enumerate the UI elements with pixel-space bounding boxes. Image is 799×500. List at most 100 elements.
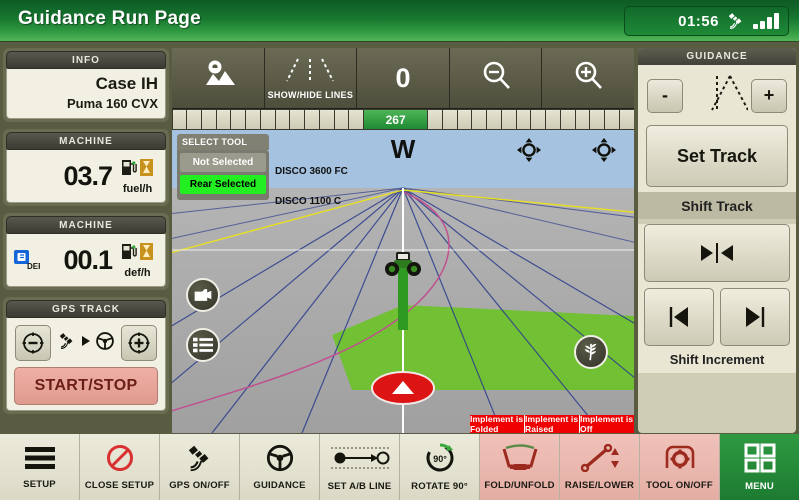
lightbar-segment	[516, 110, 531, 129]
guidance-run-screen: Guidance Run Page 01:56 INFO Case IH Pum…	[0, 0, 799, 500]
machine-def-body: DEF 00.1	[6, 234, 166, 287]
satellite-icon	[726, 12, 746, 30]
line-counter-value: 0	[395, 62, 411, 93]
rotate-90-icon: 90°	[425, 443, 455, 478]
tractor-icon	[385, 248, 421, 287]
fuel-unit-label: fuel/h	[122, 182, 153, 195]
lightbar-heading: 267	[364, 110, 428, 129]
bottom-button-tool-onoff[interactable]: TOOL ON/OFF	[640, 434, 720, 500]
lightbar-segment	[216, 110, 231, 129]
fuel-pump-icon	[121, 242, 137, 266]
hourglass-icon	[139, 158, 154, 182]
bottom-label-rotate-90: ROTATE 90°	[411, 480, 468, 492]
def-rate-value: 00.1	[63, 244, 113, 275]
lightbar-segment	[231, 110, 246, 129]
set-track-button[interactable]: Set Track	[646, 125, 788, 187]
bottom-button-guidance[interactable]: GUIDANCE	[240, 434, 320, 500]
def-unit-label: def/h	[124, 266, 151, 279]
crop-button[interactable]	[574, 335, 608, 369]
track-plus-button[interactable]: +	[751, 78, 787, 113]
bottom-button-rotate-90[interactable]: 90° ROTATE 90°	[400, 434, 480, 500]
bottom-label-close-setup: CLOSE SETUP	[84, 479, 155, 491]
zoom-in-button[interactable]	[542, 48, 634, 108]
tool-name-lower: DISCO 1100 C	[275, 196, 342, 207]
ab-line-icon	[329, 443, 391, 478]
gps-track-body: START/STOP	[6, 318, 166, 411]
bottom-label-raise-lower: RAISE/LOWER	[564, 479, 635, 491]
clock: 01:56	[678, 12, 719, 30]
gps-track-header: GPS TRACK	[6, 300, 166, 318]
line-counter[interactable]: 0	[357, 48, 450, 108]
bottom-button-menu[interactable]: MENU	[720, 434, 799, 500]
bottom-button-fold-unfold[interactable]: FOLD/UNFOLD	[480, 434, 560, 500]
status-banner-off: Implement is Off	[580, 414, 634, 433]
bottom-button-close-setup[interactable]: CLOSE SETUP	[80, 434, 160, 500]
shift-right-button[interactable]	[720, 288, 790, 346]
field-view[interactable]: W SELECT TOOL Not Selected Rear Selected…	[172, 130, 634, 433]
bottom-label-setup: SETUP	[23, 478, 56, 490]
bottom-toolbar: SETUP CLOSE SETUP GPS ON/OFF GUIDANCE SE…	[0, 434, 799, 500]
lightbar-segment	[305, 110, 319, 129]
status-pill: 01:56	[624, 6, 789, 36]
info-panel: INFO Case IH Puma 160 CVX	[3, 48, 169, 122]
machine-fuel-body: 03.7 fuel/h	[6, 150, 166, 203]
machine-def-header: MACHINE	[6, 216, 166, 234]
show-hide-lines-button[interactable]: SHOW/HIDE LINES	[265, 48, 358, 108]
gps-minus-button[interactable]	[15, 325, 51, 361]
zoom-out-icon	[478, 59, 514, 98]
shift-controls-section: Shift Increment	[638, 224, 796, 373]
guidance-track-section: - + Set Track	[638, 65, 796, 192]
list-button[interactable]	[186, 328, 220, 362]
bottom-label-tool-onoff: TOOL ON/OFF	[646, 479, 713, 491]
map-toolbar: SHOW/HIDE LINES 0	[172, 48, 634, 108]
guidance-lines-icon	[279, 56, 341, 89]
shift-center-button[interactable]	[644, 224, 790, 282]
gps-flow-icons	[57, 331, 115, 356]
select-tool-options: Not Selected Rear Selected	[177, 150, 269, 200]
zoom-in-icon	[570, 59, 606, 98]
bottom-label-menu: MENU	[745, 480, 774, 492]
forward-arrow-indicator[interactable]	[371, 371, 435, 405]
lightbar-segment	[501, 110, 516, 129]
bottom-button-set-ab-line[interactable]: SET A/B LINE	[320, 434, 400, 500]
lightbar: 267	[172, 108, 634, 130]
bottom-label-set-ab-line: SET A/B LINE	[327, 480, 392, 492]
zoom-out-button[interactable]	[450, 48, 543, 108]
bottom-button-gps-onoff[interactable]: GPS ON/OFF	[160, 434, 240, 500]
select-tool-option-rear-selected[interactable]: Rear Selected	[180, 175, 266, 194]
pan-icon-right[interactable]	[592, 138, 616, 162]
map-pin-button[interactable]	[172, 48, 265, 108]
bottom-label-gps-onoff: GPS ON/OFF	[169, 479, 230, 491]
select-tool-option-not-selected[interactable]: Not Selected	[180, 153, 266, 172]
bottom-label-fold-unfold: FOLD/UNFOLD	[484, 479, 555, 491]
lightbar-segment	[472, 110, 487, 129]
lightbar-segment	[619, 110, 634, 129]
machine-fuel-panel: MACHINE 03.7 fuel/h	[3, 129, 169, 206]
start-stop-button[interactable]: START/STOP	[14, 367, 158, 405]
status-banner-raised: Implement is Raised	[525, 414, 580, 433]
machine-model: Puma 160 CVX	[66, 96, 158, 111]
select-tool-dropdown[interactable]: SELECT TOOL Not Selected Rear Selected	[177, 134, 269, 200]
lightbar-segment	[605, 110, 619, 129]
bottom-button-setup[interactable]: SETUP	[0, 434, 80, 500]
steering-wheel-icon	[266, 444, 294, 477]
guidance-sidebar: GUIDANCE - + Set Track Shift Track Shift…	[638, 48, 796, 433]
track-minus-button[interactable]: -	[647, 78, 683, 113]
gps-track-panel: GPS TRACK START/STOP	[3, 297, 169, 414]
bottom-button-raise-lower[interactable]: RAISE/LOWER	[560, 434, 640, 500]
grid-squares-icon	[743, 443, 777, 478]
shift-left-button[interactable]	[644, 288, 714, 346]
lightbar-segment	[187, 110, 201, 129]
bottom-label-guidance: GUIDANCE	[253, 479, 306, 491]
lightbar-segment	[260, 110, 275, 129]
lightbar-segment	[590, 110, 605, 129]
tool-gear-icon	[659, 444, 701, 477]
gps-plus-button[interactable]	[121, 325, 157, 361]
shift-increment-label: Shift Increment	[669, 352, 765, 367]
lightbar-segment	[442, 110, 457, 129]
pan-icon-left[interactable]	[517, 138, 541, 162]
satellite-icon	[57, 332, 77, 355]
camera-button[interactable]	[186, 278, 220, 312]
raise-lower-icon	[579, 443, 621, 477]
lightbar-segment	[457, 110, 472, 129]
